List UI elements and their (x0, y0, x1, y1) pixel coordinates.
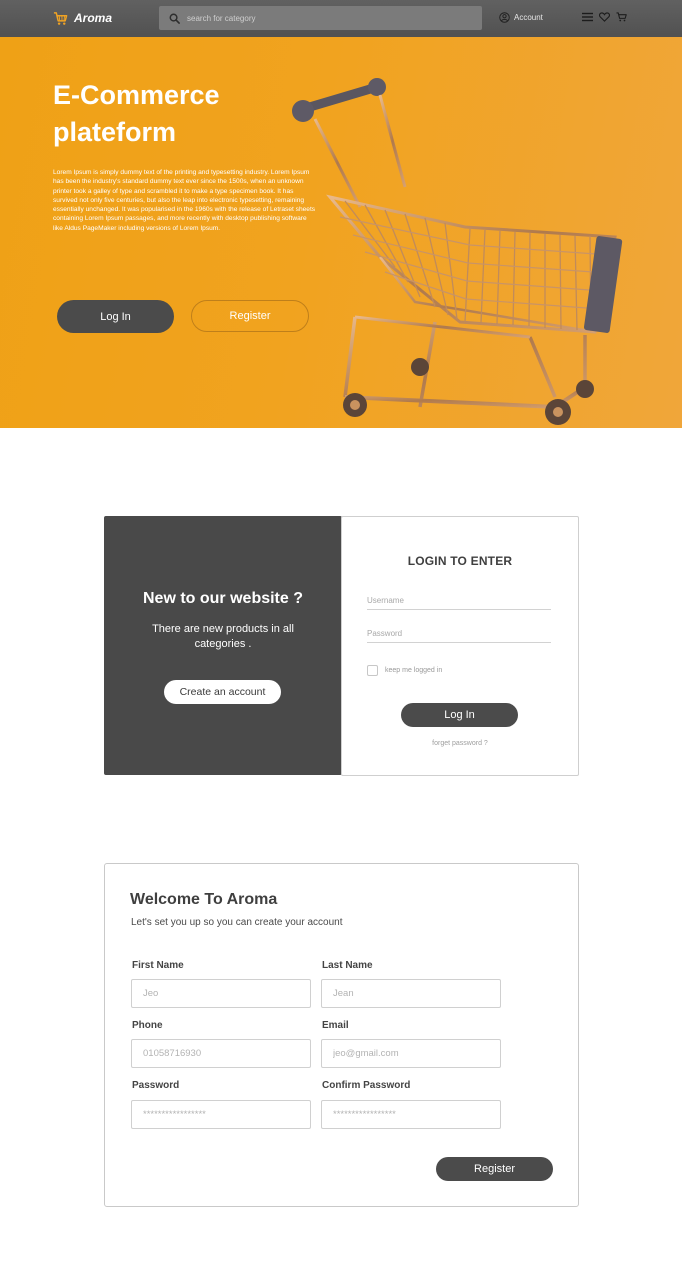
password-label: Password (132, 1080, 180, 1091)
menu-icon[interactable] (582, 12, 593, 22)
account-icon (499, 12, 510, 23)
register-subtitle: Let's set you up so you can create your … (131, 917, 343, 928)
logo-text: Aroma (74, 11, 113, 25)
search-input[interactable] (185, 12, 469, 24)
username-field[interactable] (367, 591, 551, 610)
phone-field[interactable] (131, 1039, 311, 1068)
email-label: Email (322, 1020, 349, 1031)
register-card: Welcome To Aroma Let's set you up so you… (104, 863, 579, 1207)
logo[interactable]: Aroma (53, 9, 112, 27)
last-name-field[interactable] (321, 979, 501, 1008)
confirm-password-field[interactable] (321, 1100, 501, 1129)
phone-label: Phone (132, 1020, 163, 1031)
account-label: Account (514, 13, 543, 22)
cart-logo-icon (53, 11, 68, 25)
register-title: Welcome To Aroma (130, 891, 278, 908)
hero-login-button[interactable]: Log In (57, 300, 174, 333)
email-field[interactable] (321, 1039, 501, 1068)
account-link[interactable]: Account (499, 12, 543, 23)
hero-banner: E-Commerce plateform Lorem Ipsum is simp… (0, 37, 682, 428)
keep-logged-in-label: keep me logged in (385, 667, 443, 674)
first-name-field[interactable] (131, 979, 311, 1008)
welcome-title: New to our website ? (142, 590, 303, 607)
cart-icon[interactable] (616, 12, 627, 22)
hero-description: Lorem Ipsum is simply dummy text of the … (53, 169, 316, 232)
keep-logged-in-checkbox[interactable] (367, 665, 378, 676)
register-password-field[interactable] (131, 1100, 311, 1129)
register-button[interactable]: Register (436, 1157, 553, 1181)
password-field[interactable] (367, 624, 551, 643)
shopping-cart-illustration (292, 78, 623, 425)
login-panel: LOGIN TO ENTER keep me logged in Log In … (341, 516, 579, 776)
top-navbar: Aroma Account (0, 0, 682, 37)
create-account-button[interactable]: Create an account (164, 680, 281, 704)
confirm-password-label: Confirm Password (322, 1080, 411, 1091)
welcome-panel: New to our website ? There are new produ… (104, 516, 342, 775)
login-title: LOGIN TO ENTER (407, 554, 513, 568)
heart-icon[interactable] (599, 12, 610, 22)
login-button[interactable]: Log In (401, 703, 518, 727)
keep-logged-in-row[interactable]: keep me logged in (367, 665, 442, 676)
search-bar[interactable] (159, 6, 482, 30)
nav-icon-group (582, 12, 627, 22)
hero-title: E-Commerce plateform (53, 80, 220, 147)
search-icon[interactable] (169, 13, 180, 24)
last-name-label: Last Name (322, 960, 373, 971)
first-name-label: First Name (132, 960, 184, 971)
forget-password-link[interactable]: forget password ? (342, 740, 578, 747)
welcome-subtitle: There are new products in all categories… (152, 623, 294, 650)
